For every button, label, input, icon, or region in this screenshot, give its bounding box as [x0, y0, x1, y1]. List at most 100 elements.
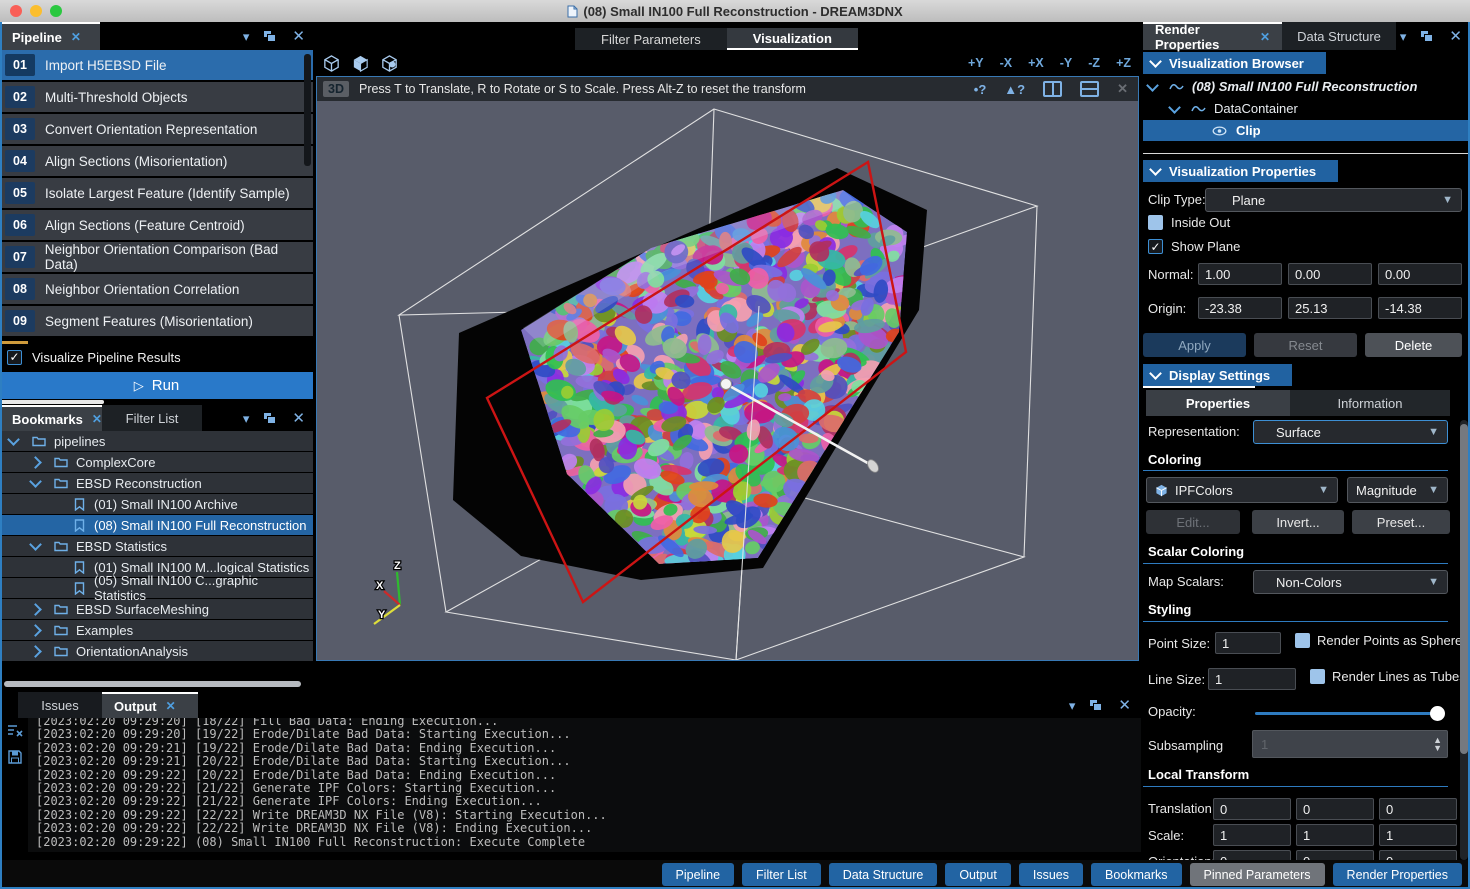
scale-z-field[interactable] — [1379, 824, 1457, 846]
chevron-right-icon[interactable] — [29, 624, 42, 637]
representation-dropdown[interactable]: Surface▼ — [1253, 420, 1448, 444]
point-size-field[interactable] — [1215, 632, 1281, 654]
map-scalars-dropdown[interactable]: Non-Colors▼ — [1253, 570, 1448, 594]
tab-data-structure[interactable]: Data Structure — [1282, 22, 1396, 50]
output-tabbar-dropdown-icon[interactable]: ▾ — [1069, 699, 1076, 712]
bookmarks-tree-item[interactable]: ComplexCore — [0, 452, 313, 472]
bookmarks-tree-item[interactable]: pipelines — [0, 431, 313, 451]
normal-z-field[interactable] — [1378, 263, 1462, 285]
scale-x-field[interactable] — [1213, 824, 1291, 846]
cell-picking-help-icon[interactable]: ▲? — [1004, 82, 1025, 97]
output-console[interactable]: [2023:02:20 09:29:20] [18/22] Fill Bad D… — [28, 718, 1141, 852]
preset-colors-button[interactable]: Preset... — [1352, 510, 1450, 534]
visualization-properties-header[interactable]: Visualization Properties — [1143, 160, 1338, 182]
pipeline-step-06[interactable]: 06Align Sections (Feature Centroid) — [0, 210, 313, 240]
visualize-results-checkbox[interactable]: ✓ — [7, 350, 22, 365]
line-size-field[interactable] — [1208, 668, 1296, 690]
chevron-right-icon[interactable] — [29, 456, 42, 469]
bookmarks-tree-item[interactable]: (01) Small IN100 Archive — [0, 494, 313, 514]
tab-output[interactable]: Output ✕ — [102, 692, 198, 718]
pipeline-tabbar-close-icon[interactable]: ✕ — [292, 29, 305, 44]
camera-faces-cube-icon[interactable] — [351, 54, 370, 73]
dock-toggle-render-properties[interactable]: Render Properties — [1333, 863, 1462, 886]
axis-view-button-plusX[interactable]: +X — [1028, 56, 1044, 70]
dock-toggle-data-structure[interactable]: Data Structure — [829, 863, 938, 886]
axis-view-button-plusY[interactable]: +Y — [968, 56, 984, 70]
axis-view-button-minusZ[interactable]: -Z — [1088, 56, 1100, 70]
translation-x-field[interactable] — [1213, 798, 1291, 820]
edit-colors-button[interactable]: Edit... — [1146, 510, 1240, 534]
normal-y-field[interactable] — [1288, 263, 1372, 285]
split-vertical-icon[interactable] — [1043, 81, 1062, 97]
pipeline-step-02[interactable]: 02Multi-Threshold Objects — [0, 82, 313, 112]
chevron-down-icon[interactable] — [7, 433, 20, 446]
origin-x-field[interactable] — [1198, 297, 1282, 319]
bookmarks-tree-item[interactable]: OrientationAnalysis — [0, 641, 313, 661]
section-splitter[interactable] — [1143, 153, 1468, 154]
invert-colors-button[interactable]: Invert... — [1252, 510, 1344, 534]
tab-render-properties-close-icon[interactable]: ✕ — [1260, 30, 1270, 44]
output-tabbar-float-icon[interactable] — [1090, 700, 1103, 711]
chevron-down-icon[interactable] — [29, 538, 42, 551]
chevron-down-icon[interactable] — [1168, 101, 1181, 114]
pipeline-tabbar-float-icon[interactable] — [264, 31, 277, 42]
tab-display-information[interactable]: Information — [1290, 390, 1450, 416]
tab-output-close-icon[interactable]: ✕ — [166, 699, 176, 713]
browser-tree-item[interactable]: Clip — [1143, 120, 1468, 141]
pipeline-step-07[interactable]: 07Neighbor Orientation Comparison (Bad D… — [0, 242, 313, 272]
tab-render-properties[interactable]: Render Properties ✕ — [1143, 22, 1282, 50]
dock-toggle-pipeline[interactable]: Pipeline — [662, 863, 734, 886]
pipeline-tabbar-dropdown-icon[interactable]: ▾ — [243, 30, 250, 43]
show-plane-checkbox[interactable]: ✓ — [1148, 239, 1163, 254]
bookmarks-tabbar-dropdown-icon[interactable]: ▾ — [243, 412, 250, 425]
right-tabbar-close-icon[interactable]: ✕ — [1449, 29, 1462, 44]
right-tabbar-dropdown-icon[interactable]: ▾ — [1400, 30, 1407, 43]
browser-tree-item[interactable]: DataContainer — [1143, 98, 1468, 119]
clip-type-dropdown[interactable]: Plane▼ — [1205, 188, 1462, 212]
component-dropdown[interactable]: Magnitude▼ — [1347, 477, 1448, 503]
dock-toggle-pinned-parameters[interactable]: Pinned Parameters — [1190, 863, 1325, 886]
chevron-right-icon[interactable] — [29, 603, 42, 616]
tab-display-properties[interactable]: Properties — [1146, 390, 1290, 416]
subsampling-spinner[interactable]: 1 ▲▼ — [1252, 730, 1448, 758]
pipeline-step-09[interactable]: 09Segment Features (Misorientation) — [0, 306, 313, 336]
reset-button[interactable]: Reset — [1254, 333, 1357, 357]
opacity-slider-knob[interactable] — [1430, 706, 1445, 721]
axis-view-button-plusZ[interactable]: +Z — [1116, 56, 1131, 70]
tab-bookmarks-close-icon[interactable]: ✕ — [92, 412, 102, 426]
dock-toggle-issues[interactable]: Issues — [1019, 863, 1083, 886]
pipeline-hscrollbar[interactable] — [0, 400, 104, 404]
normal-x-field[interactable] — [1198, 263, 1282, 285]
tab-filter-parameters[interactable]: Filter Parameters — [575, 28, 727, 50]
bookmarks-tree-item[interactable]: EBSD Reconstruction — [0, 473, 313, 493]
dock-toggle-output[interactable]: Output — [945, 863, 1011, 886]
display-settings-header[interactable]: Display Settings — [1143, 364, 1292, 386]
chevron-down-icon[interactable] — [29, 475, 42, 488]
camera-sphere-cube-icon[interactable] — [380, 54, 399, 73]
visualization-browser-header[interactable]: Visualization Browser — [1143, 52, 1326, 74]
translation-z-field[interactable] — [1379, 798, 1457, 820]
render-viewport[interactable]: 3D Press T to Translate, R to Rotate or … — [316, 76, 1139, 661]
pipeline-step-04[interactable]: 04Align Sections (Misorientation) — [0, 146, 313, 176]
apply-button[interactable]: Apply — [1143, 333, 1246, 357]
bookmarks-hscrollbar[interactable] — [4, 681, 301, 687]
bookmarks-tree-item[interactable]: EBSD Statistics — [0, 536, 313, 556]
bookmarks-tree-item[interactable]: (08) Small IN100 Full Reconstruction — [0, 515, 313, 535]
opacity-slider[interactable] — [1255, 712, 1435, 715]
coloring-array-dropdown[interactable]: IPFColors▼ — [1146, 477, 1338, 503]
chevron-right-icon[interactable] — [29, 645, 42, 658]
clear-console-icon[interactable] — [7, 724, 23, 738]
axis-view-button-minusX[interactable]: -X — [1000, 56, 1013, 70]
right-tabbar-float-icon[interactable] — [1421, 31, 1434, 42]
pipeline-vscrollbar[interactable] — [304, 54, 311, 166]
pipeline-step-05[interactable]: 05Isolate Largest Feature (Identify Samp… — [0, 178, 313, 208]
translation-y-field[interactable] — [1296, 798, 1374, 820]
tab-filter-list[interactable]: Filter List — [102, 405, 202, 431]
point-picking-help-icon[interactable]: •? — [974, 82, 987, 97]
close-view-icon[interactable]: ✕ — [1117, 81, 1128, 97]
bookmarks-tree-item[interactable]: Examples — [0, 620, 313, 640]
spinner-arrows-icon[interactable]: ▲▼ — [1433, 736, 1442, 752]
tab-bookmarks[interactable]: Bookmarks ✕ — [0, 405, 102, 431]
axis-view-button-minusY[interactable]: -Y — [1060, 56, 1073, 70]
scale-y-field[interactable] — [1296, 824, 1374, 846]
